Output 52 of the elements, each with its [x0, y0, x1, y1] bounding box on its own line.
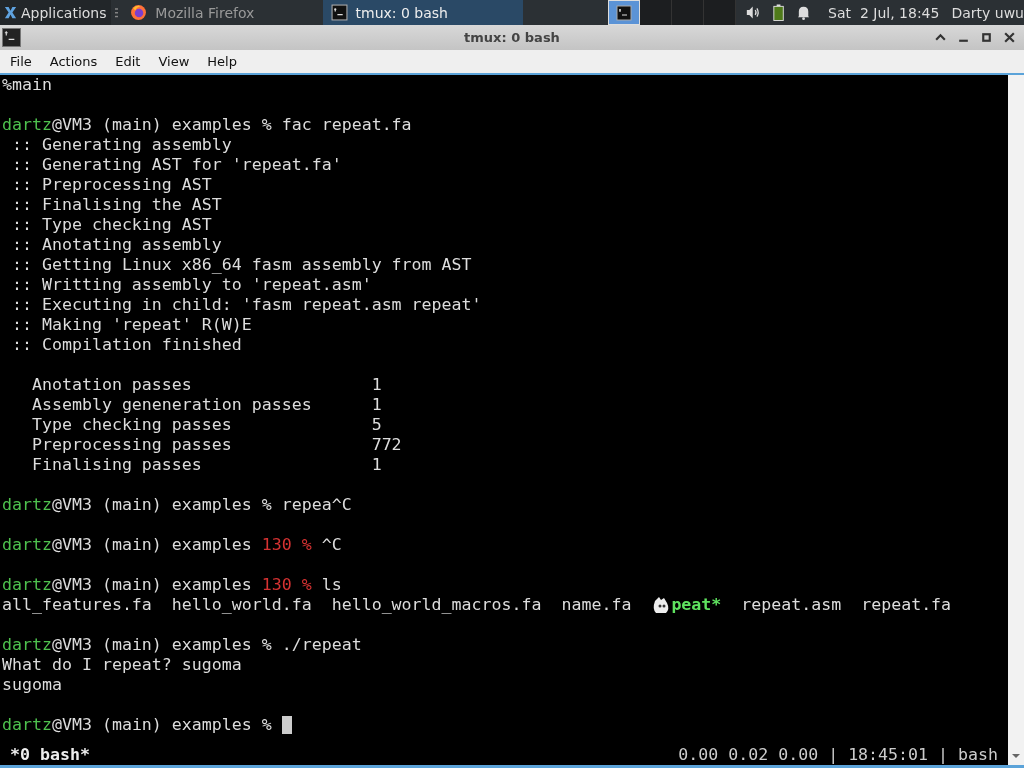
terminal-line: all_features.fa hello_world.fa hello_world_macros.fa name.fa peat* repeat.asm repeat.fa: [1, 595, 953, 615]
tmux-status-info: 0.00 0.02 0.00 | 18:45:01 | bash: [678, 744, 998, 764]
terminal-line: :: Generating AST for 'repeat.fa': [11, 155, 343, 175]
volume-icon[interactable]: [745, 4, 761, 21]
menu-item[interactable]: View: [158, 54, 190, 69]
terminal-line: :: Writting assembly to 'repeat.asm': [11, 275, 373, 295]
terminal-line: dartz@VM3 (main) examples %: [0, 715, 1008, 735]
terminal-line: :: Getting Linux x86_64 fasm assembly from AST: [11, 255, 473, 275]
terminal-cursor: [281, 716, 292, 734]
menu-item[interactable]: File: [10, 54, 32, 69]
scrollbar[interactable]: [1008, 75, 1024, 765]
clock[interactable]: Sat 2 Jul, 18:45: [828, 4, 940, 21]
tmux-window-label: *0 bash*: [10, 744, 90, 764]
scroll-down-icon[interactable]: [1011, 753, 1021, 759]
terminal-line: :: Type checking AST: [11, 215, 213, 235]
menu-item[interactable]: Actions: [49, 54, 98, 69]
terminal-line: :: Finalising the AST: [11, 195, 223, 215]
window-title: tmux: 0 bash: [464, 30, 560, 45]
terminal-icon: [330, 4, 348, 21]
terminal-line: dartz@VM3 (main) examples % ./repeat: [1, 635, 363, 655]
battery-icon[interactable]: [770, 4, 786, 21]
terminal-line: %main: [1, 75, 53, 95]
menu-item[interactable]: Edit: [115, 54, 141, 69]
terminal-line: :: Preprocessing AST: [11, 175, 213, 195]
terminal-icon: [615, 4, 632, 21]
terminal-line: What do I repeat? sugoma: [1, 655, 243, 675]
workspace-button[interactable]: [639, 0, 672, 25]
terminal-line: Finalising passes 1: [30, 455, 383, 475]
terminal-line: dartz@VM3 (main) examples % repea^C: [1, 495, 353, 515]
user-menu[interactable]: Darty uwu: [951, 4, 1024, 21]
menu-item[interactable]: Help: [207, 54, 237, 69]
terminal-line: :: Compilation finished: [11, 335, 243, 355]
terminal-line: dartz@VM3 (main) examples 130 % ^C: [1, 535, 343, 555]
maximize-button[interactable]: [980, 31, 993, 44]
terminal-line: Type checking passes 5: [30, 415, 383, 435]
firefox-icon: [130, 4, 148, 21]
terminal-line: Preprocessing passes 772: [30, 435, 403, 455]
terminal-line: dartz@VM3 (main) examples 130 % ls: [1, 575, 343, 595]
terminal-line: Anotation passes 1: [30, 375, 383, 395]
separator-handle-icon: [114, 6, 119, 19]
terminal-icon: [2, 28, 21, 47]
applications-menu[interactable]: Applications: [0, 0, 111, 25]
terminal-line: Assembly geneneration passes 1: [30, 395, 383, 415]
terminal-line: sugoma: [1, 675, 63, 695]
terminal-line: dartz@VM3 (main) examples % fac repeat.fa: [1, 115, 413, 135]
terminal-line: :: Executing in child: 'fasm repeat.asm repeat': [11, 295, 483, 315]
terminal-line: :: Anotating assembly: [11, 235, 223, 255]
taskbar-button[interactable]: tmux: 0 bash: [322, 0, 523, 25]
close-button[interactable]: [1003, 31, 1016, 44]
x-logo-icon: [3, 5, 18, 20]
terminal-line: :: Generating assembly: [11, 135, 233, 155]
terminal-line: :: Making 'repeat' R(W)E: [11, 315, 253, 335]
